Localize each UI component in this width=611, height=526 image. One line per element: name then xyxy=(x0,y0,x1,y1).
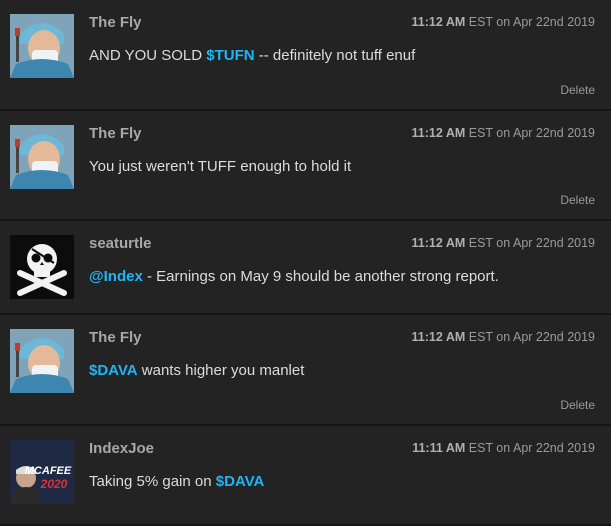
username[interactable]: The Fly xyxy=(89,125,142,142)
message-post: -- definitely not tuff enuf xyxy=(254,47,416,64)
message-text: Taking 5% gain on $DAVA xyxy=(89,473,264,490)
mcafee-2020-avatar-icon[interactable]: MCAFEE 2020 xyxy=(10,440,74,504)
ticker-link[interactable]: $DAVA xyxy=(216,473,265,490)
message-pre: You just weren't TUFF enough to hold it xyxy=(89,158,352,175)
skull-crossbones-avatar-icon[interactable] xyxy=(10,235,74,299)
ticker-link[interactable]: $DAVA xyxy=(89,362,138,379)
timestamp: 11:12 AM EST on Apr 22nd 2019 xyxy=(412,330,595,344)
doctor-avatar-icon[interactable] xyxy=(10,329,74,393)
delete-button[interactable]: Delete xyxy=(560,398,595,412)
timestamp: 11:12 AM EST on Apr 22nd 2019 xyxy=(412,126,595,140)
chat-message: The Fly 11:12 AM EST on Apr 22nd 2019 $D… xyxy=(0,315,611,426)
date: EST on Apr 22nd 2019 xyxy=(465,330,595,344)
message-text: AND YOU SOLD $TUFN -- definitely not tuf… xyxy=(89,47,415,64)
timestamp: 11:12 AM EST on Apr 22nd 2019 xyxy=(412,15,595,29)
time: 11:12 AM xyxy=(411,15,466,29)
delete-button[interactable]: Delete xyxy=(560,83,595,97)
time: 11:11 AM xyxy=(412,441,466,455)
username[interactable]: IndexJoe xyxy=(89,440,154,457)
username[interactable]: The Fly xyxy=(89,329,142,346)
doctor-avatar-icon[interactable] xyxy=(10,125,74,189)
time: 11:12 AM xyxy=(411,126,466,140)
timestamp: 11:11 AM EST on Apr 22nd 2019 xyxy=(412,441,595,455)
delete-button[interactable]: Delete xyxy=(560,193,595,207)
time: 11:12 AM xyxy=(411,236,466,250)
chat-message: MCAFEE 2020 IndexJoe 11:11 AM EST on Apr… xyxy=(0,426,611,526)
username[interactable]: seaturtle xyxy=(89,235,152,252)
doctor-avatar-icon[interactable] xyxy=(10,14,74,78)
message-text: @Index - Earnings on May 9 should be ano… xyxy=(89,268,499,285)
chat-message: The Fly 11:12 AM EST on Apr 22nd 2019 Yo… xyxy=(0,111,611,221)
time: 11:12 AM xyxy=(411,330,466,344)
date: EST on Apr 22nd 2019 xyxy=(465,126,595,140)
username[interactable]: The Fly xyxy=(89,14,142,31)
message-pre: AND YOU SOLD xyxy=(89,47,207,64)
message-post: wants higher you manlet xyxy=(137,362,305,379)
chat-message: seaturtle 11:12 AM EST on Apr 22nd 2019 … xyxy=(0,221,611,315)
ticker-link[interactable]: $TUFN xyxy=(206,47,254,64)
timestamp: 11:12 AM EST on Apr 22nd 2019 xyxy=(412,236,595,250)
avatar-logo-year: 2020 xyxy=(40,477,68,491)
message-text: $DAVA wants higher you manlet xyxy=(89,362,304,379)
chat-message: The Fly 11:12 AM EST on Apr 22nd 2019 AN… xyxy=(0,0,611,111)
message-post: - Earnings on May 9 should be another st… xyxy=(142,268,499,285)
chat-feed: The Fly 11:12 AM EST on Apr 22nd 2019 AN… xyxy=(0,0,611,526)
date: EST on Apr 22nd 2019 xyxy=(465,15,595,29)
message-pre: Taking 5% gain on xyxy=(89,473,216,490)
mention-link[interactable]: @Index xyxy=(89,268,143,285)
avatar-logo-text: MCAFEE xyxy=(25,465,72,477)
date: EST on Apr 22nd 2019 xyxy=(465,441,595,455)
date: EST on Apr 22nd 2019 xyxy=(465,236,595,250)
message-text: You just weren't TUFF enough to hold it xyxy=(89,158,351,175)
